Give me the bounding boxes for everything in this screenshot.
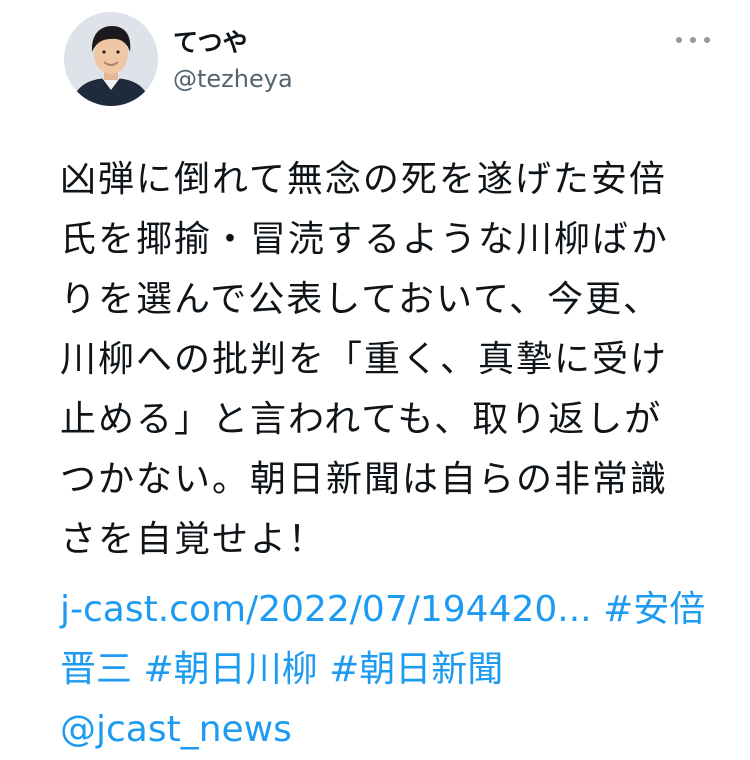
hashtag-link-abe-part-1[interactable]: #安倍: [603, 589, 705, 630]
links-line-1: j-cast.com/2022/07/194420... #安倍: [60, 580, 730, 640]
hashtag-link-abe-part-2[interactable]: 晋三: [60, 649, 132, 690]
hashtag-link-asahi-shimbun[interactable]: #朝日新聞: [329, 649, 503, 690]
tweet-text-line: 氏を揶揄・冒涜するような川柳ばか: [60, 219, 669, 260]
article-link[interactable]: j-cast.com/2022/07/194420...: [60, 589, 592, 630]
more-dot: [690, 37, 696, 43]
tweet-links: j-cast.com/2022/07/194420... #安倍 晋三 #朝日川…: [60, 580, 730, 760]
author-display-name[interactable]: てつや: [173, 28, 248, 58]
avatar[interactable]: [64, 12, 158, 106]
tweet: てつや @tezheya 凶弾に倒れて無念の死を遂げた安倍 氏を揶揄・冒涜するよ…: [0, 0, 750, 750]
tweet-text-line: 凶弾に倒れて無念の死を遂げた安倍: [60, 159, 667, 200]
mention-link[interactable]: @jcast_news: [60, 709, 292, 750]
tweet-text: 凶弾に倒れて無念の死を遂げた安倍 氏を揶揄・冒涜するような川柳ばか りを選んで公…: [60, 150, 720, 570]
tweet-text-line: つかない。朝日新聞は自らの非常識: [60, 459, 669, 500]
more-dot: [704, 37, 710, 43]
tweet-text-line: さを自覚せよ！: [60, 519, 327, 560]
profile-photo-icon: [64, 12, 158, 106]
hashtag-link-asahi-senryu[interactable]: #朝日川柳: [143, 649, 317, 690]
tweet-text-line: 止める」と言われても、取り返しが: [60, 399, 663, 440]
tweet-text-line: りを選んで公表しておいて、今更、: [60, 279, 662, 320]
more-options-icon[interactable]: [676, 30, 710, 50]
author-handle[interactable]: @tezheya: [173, 64, 293, 94]
tweet-text-line: 川柳への批判を「重く、真摯に受け: [60, 339, 669, 380]
more-dot: [676, 37, 682, 43]
links-line-2: 晋三 #朝日川柳 #朝日新聞: [60, 640, 730, 700]
links-line-3: @jcast_news: [60, 700, 730, 760]
